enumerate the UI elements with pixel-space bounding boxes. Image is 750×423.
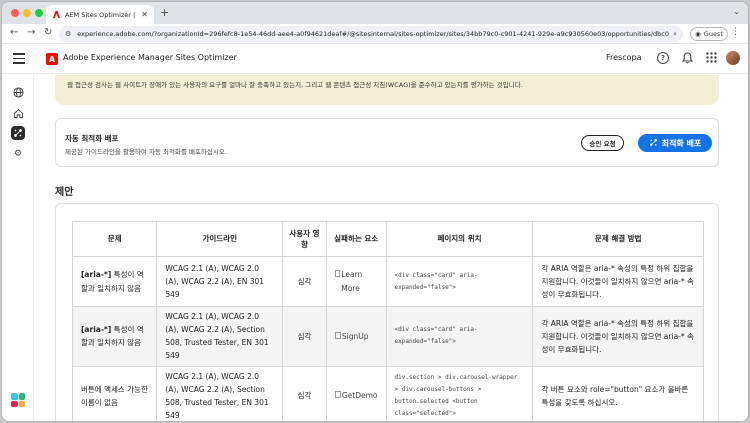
tab-title: AEM Sites Optimizer | Adobe <box>65 10 137 19</box>
help-icon[interactable]: ? <box>657 52 669 64</box>
table-header-row: 문제 가이드라인 사용자 영향 실패하는 요소 페이지의 위치 문제 해결 방법 <box>71 221 704 257</box>
header-impact: 사용자 영향 <box>282 221 327 257</box>
location-cell: <div class="card" aria-expanded="false"> <box>385 306 534 367</box>
element-cell: GetDemo <box>325 365 387 421</box>
deploy-subtitle: 제공된 가이드라인을 활용하여 자동 최적화를 배포하십시오. <box>65 148 227 156</box>
header-element: 실패하는 요소 <box>325 221 387 257</box>
table-row: [aria-*] 특성이 역할과 일치하지 않음 WCAG 2.1 (A), W… <box>71 256 704 307</box>
deploy-optimization-label: 최적화 배포 <box>661 138 702 148</box>
fix-cell: 각 버튼 요소와 role="button" 요소가 올바른 특성을 갖도록 하… <box>532 365 704 421</box>
opportunities-icon[interactable] <box>11 126 25 140</box>
close-window-button[interactable] <box>11 9 19 17</box>
location-cell: <div class="card" aria-expanded="false"> <box>385 256 534 307</box>
url-text[interactable]: experience.adobe.com/?organizationId=296… <box>77 30 669 38</box>
issue-cell: 버튼에 액세스 가능한 이름이 없음 <box>71 365 158 421</box>
element-cell: Learn More <box>325 256 387 307</box>
element-alt-text: GetDemo <box>341 391 378 401</box>
settings-gear-icon[interactable]: ⚙ <box>11 147 25 161</box>
notifications-bell-icon[interactable] <box>681 52 694 67</box>
broken-image-icon: SignUp <box>334 330 369 343</box>
guideline-cell: WCAG 2.1 (A), WCAG 2.0 (A), WCAG 2.2 (A)… <box>156 365 284 421</box>
browser-window: AEM Sites Optimizer | Adobe ✕ + ⌄ ← → ↻ … <box>1 1 749 422</box>
org-switcher[interactable]: Frescopa <box>606 53 642 62</box>
accessibility-banner: 웹 접근성 검사는 웹 사이트가 장애가 있는 사용자의 요구를 얼마나 잘 충… <box>55 75 719 105</box>
suggestions-card: 문제 가이드라인 사용자 영향 실패하는 요소 페이지의 위치 문제 해결 방법… <box>55 203 719 421</box>
header-issue: 문제 <box>71 221 158 257</box>
issue-cell: [aria-*] 특성이 역할과 일치하지 않음 <box>71 306 158 367</box>
tab-close-icon[interactable]: ✕ <box>141 10 148 19</box>
suggestions-table: 문제 가이드라인 사용자 영향 실패하는 요소 페이지의 위치 문제 해결 방법… <box>71 221 704 421</box>
minimize-window-button[interactable] <box>23 9 31 17</box>
suggestions-title: 제안 <box>55 187 74 198</box>
avatar[interactable] <box>726 51 740 65</box>
adobe-favicon-icon <box>52 10 61 19</box>
header-guideline: 가이드라인 <box>156 221 284 257</box>
left-rail: ⚙ <box>2 75 34 421</box>
impact-cell: 심각 <box>282 365 327 421</box>
issue-code: [aria-*] <box>81 270 112 280</box>
apps-grid-icon[interactable] <box>706 52 717 66</box>
guest-profile-button[interactable]: ◉ Guest <box>690 27 728 41</box>
zoom-icon[interactable]: ⌕ <box>673 30 677 39</box>
issue-code: [aria-*] <box>81 325 112 335</box>
table-row: 버튼에 액세스 가능한 이름이 없음 WCAG 2.1 (A), WCAG 2.… <box>71 365 704 421</box>
reload-icon[interactable]: ↻ <box>44 27 52 38</box>
guest-label: Guest <box>703 30 723 38</box>
guideline-cell: WCAG 2.1 (A), WCAG 2.0 (A), WCAG 2.2 (A)… <box>156 306 284 367</box>
hamburger-menu-icon[interactable] <box>13 53 25 67</box>
slack-icon[interactable] <box>11 393 25 407</box>
deploy-title: 자동 최적화 배포 <box>65 134 119 143</box>
banner-text: 웹 접근성 검사는 웹 사이트가 장애가 있는 사용자의 요구를 얼마나 잘 충… <box>67 81 523 89</box>
adobe-logo-icon: A <box>46 53 58 65</box>
tab-search-chevron-icon[interactable]: ⌄ <box>733 7 740 16</box>
header-fix: 문제 해결 방법 <box>532 221 704 257</box>
broken-image-icon: GetDemo <box>334 389 378 402</box>
profile-icon: ◉ <box>695 30 701 38</box>
globe-icon[interactable] <box>11 85 25 99</box>
deploy-optimization-button[interactable]: 최적화 배포 <box>638 134 712 152</box>
app-header: A Adobe Experience Manager Sites Optimiz… <box>2 44 748 74</box>
maximize-window-button[interactable] <box>35 9 43 17</box>
app-title: Adobe Experience Manager Sites Optimizer <box>63 53 237 62</box>
impact-cell: 심각 <box>282 256 327 307</box>
browser-menu-icon[interactable]: ⋮ <box>731 27 740 37</box>
table-row: [aria-*] 특성이 역할과 일치하지 않음 WCAG 2.1 (A), W… <box>71 306 704 367</box>
tab-bar: AEM Sites Optimizer | Adobe ✕ + ⌄ <box>2 2 748 24</box>
element-cell: SignUp <box>325 306 387 367</box>
element-alt-text: Learn More <box>341 270 363 293</box>
issue-cell: [aria-*] 특성이 역할과 일치하지 않음 <box>71 256 158 307</box>
broken-image-icon: Learn More <box>334 268 378 294</box>
home-icon[interactable] <box>11 106 25 120</box>
guideline-cell: WCAG 2.1 (A), WCAG 2.0 (A), WCAG 2.2 (A)… <box>156 256 284 307</box>
issue-text: 버튼에 액세스 가능한 이름이 없음 <box>81 384 148 407</box>
fix-cell: 각 ARIA 역할은 aria-* 속성의 특정 하위 집합을 지원합니다. 이… <box>532 306 704 367</box>
auto-optimize-card: 자동 최적화 배포 제공된 가이드라인을 활용하여 자동 최적화를 배포하십시오… <box>55 118 719 167</box>
new-tab-icon[interactable]: + <box>160 6 169 19</box>
fix-cell: 각 ARIA 역할은 aria-* 속성의 특정 하위 집합을 지원합니다. 이… <box>532 256 704 307</box>
back-arrow-icon[interactable]: ← <box>10 27 18 38</box>
address-bar[interactable]: ⚙ experience.adobe.com/?organizationId=2… <box>59 26 683 42</box>
main-content: 웹 접근성 검사는 웹 사이트가 장애가 있는 사용자의 요구를 얼마나 잘 충… <box>35 75 748 421</box>
impact-cell: 심각 <box>282 306 327 367</box>
sparkle-icon <box>649 138 658 149</box>
location-cell: div.section > div.carousel-wrapper > div… <box>385 365 534 421</box>
site-info-icon[interactable]: ⚙ <box>65 30 71 38</box>
browser-tab[interactable]: AEM Sites Optimizer | Adobe ✕ <box>46 5 154 24</box>
request-approval-button[interactable]: 승인 요청 <box>581 135 624 151</box>
element-alt-text: SignUp <box>341 331 369 341</box>
header-location: 페이지의 위치 <box>385 221 534 257</box>
forward-arrow-icon[interactable]: → <box>27 27 35 38</box>
address-toolbar: ← → ↻ ⚙ experience.adobe.com/?organizati… <box>2 24 748 44</box>
